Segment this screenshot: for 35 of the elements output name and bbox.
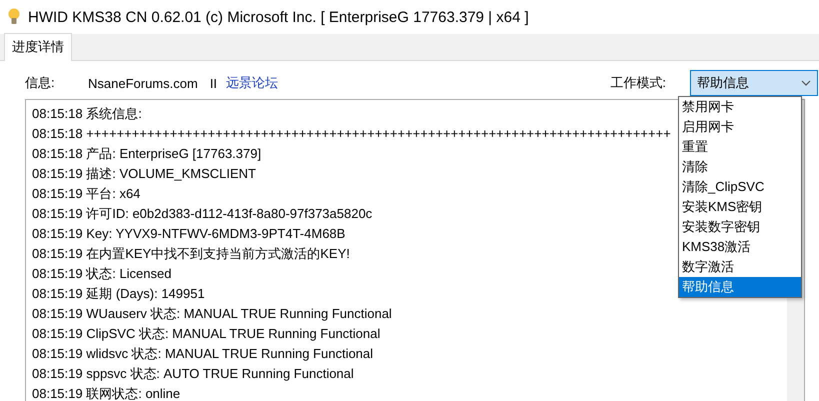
log-line: 08:15:19 描述: VOLUME_KMSCLIENT — [32, 165, 256, 183]
dropdown-option[interactable]: 安装数字密钥 — [679, 217, 801, 237]
lightbulb-icon — [8, 8, 20, 26]
dropdown-option[interactable]: 清除 — [679, 157, 801, 177]
log-line: 08:15:19 许可ID: e0b2d383-d112-413f-8a80-97f373a5820c — [32, 205, 372, 223]
log-line: 08:15:18 系统信息: — [32, 105, 142, 123]
dropdown-option[interactable]: 数字激活 — [679, 257, 801, 277]
tab[interactable]: 进度详情 — [4, 33, 72, 61]
log-line: 08:15:19 wlidsvc 状态: MANUAL TRUE Running Functional — [32, 345, 374, 363]
separator-text: II — [210, 76, 218, 90]
forum-link[interactable]: 远景论坛 — [226, 74, 278, 92]
log-line: 08:15:19 WUauserv 状态: MANUAL TRUE Running Functional — [32, 305, 392, 323]
mode-dropdown[interactable]: 帮助信息 — [690, 70, 818, 96]
log-line: 08:15:19 联网状态: online — [32, 385, 180, 401]
dropdown-option[interactable]: KMS38激活 — [679, 237, 801, 257]
chevron-icon — [801, 80, 811, 86]
log-line: 08:15:19 平台: x64 — [32, 185, 140, 203]
mode-label: 工作模式: — [610, 74, 666, 92]
log-line: 08:15:19 ClipSVC 状态: MANUAL TRUE Running Functional — [32, 325, 380, 343]
dropdown-option[interactable]: 帮助信息 — [679, 277, 801, 297]
log-line: 08:15:18 +++++++++++++++++++++++++++++++++++++++++++++++++++++++++++++++++++++++++++++ — [32, 125, 671, 143]
site-name: NsaneForums.com — [88, 76, 198, 90]
window-title: HWID KMS38 CN 0.62.01 (c) Microsoft Inc. [ EnterpriseG 17763.379 | x64 ] — [28, 8, 529, 26]
dropdown-option[interactable]: 安装KMS密钥 — [679, 197, 801, 217]
dropdown-option[interactable]: 重置 — [679, 137, 801, 157]
info-label: 信息: — [25, 74, 56, 92]
log-line: 08:15:19 在内置KEY中找不到支持当前方式激活的KEY! — [32, 245, 350, 263]
log-line: 08:15:19 Key: YYVX9-NTFWV-6MDM3-9PT4T-4M68B — [32, 225, 346, 243]
log-line: 08:15:19 sppsvc 状态: AUTO TRUE Running Functional — [32, 365, 354, 383]
log-line: 08:15:19 延期 (Days): 149951 — [32, 285, 205, 303]
log-line: 08:15:19 状态: Licensed — [32, 265, 172, 283]
log-line: 08:15:18 产品: EnterpriseG [17763.379] — [32, 145, 262, 163]
dropdown-option[interactable]: 启用网卡 — [679, 117, 801, 137]
dropdown-option[interactable]: 禁用网卡 — [679, 97, 801, 117]
dropdown-option[interactable]: 清除_ClipSVC — [679, 177, 801, 197]
